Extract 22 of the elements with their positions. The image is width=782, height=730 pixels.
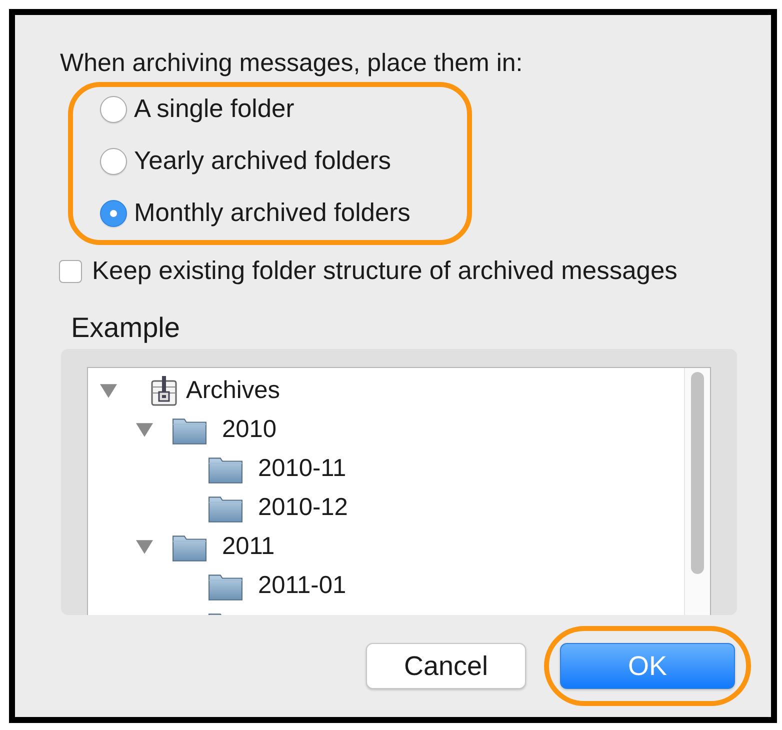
radio-label: Yearly archived folders xyxy=(134,146,392,176)
radio-label: Monthly archived folders xyxy=(134,198,410,228)
checkbox[interactable] xyxy=(59,260,82,282)
archive-icon xyxy=(150,374,178,406)
radio-button[interactable] xyxy=(100,96,127,122)
radio-label: A single folder xyxy=(134,94,294,124)
radio-button[interactable] xyxy=(100,148,127,174)
tree-item-label[interactable]: 2010 xyxy=(222,416,277,444)
tree-item-label[interactable]: 2010-12 xyxy=(258,494,348,522)
checkbox-label: Keep existing folder structure of archived messages xyxy=(92,256,678,286)
disclosure-triangle[interactable] xyxy=(100,384,117,398)
cancel-button[interactable]: Cancel xyxy=(366,643,526,689)
radio-button[interactable] xyxy=(100,200,127,226)
disclosure-triangle[interactable] xyxy=(136,540,153,554)
scrollbar-thumb[interactable] xyxy=(691,372,704,574)
prompt-label: When archiving messages, place them in: xyxy=(60,50,524,76)
section-title: Example xyxy=(71,315,181,341)
tree-item-label[interactable]: 2011-01 xyxy=(258,572,346,600)
disclosure-triangle[interactable] xyxy=(136,422,153,436)
tree-item-label[interactable]: 2011 xyxy=(222,532,275,560)
tree-item-label[interactable]: Archives xyxy=(186,376,280,404)
tree-item-label[interactable]: 2010-11 xyxy=(258,454,346,482)
